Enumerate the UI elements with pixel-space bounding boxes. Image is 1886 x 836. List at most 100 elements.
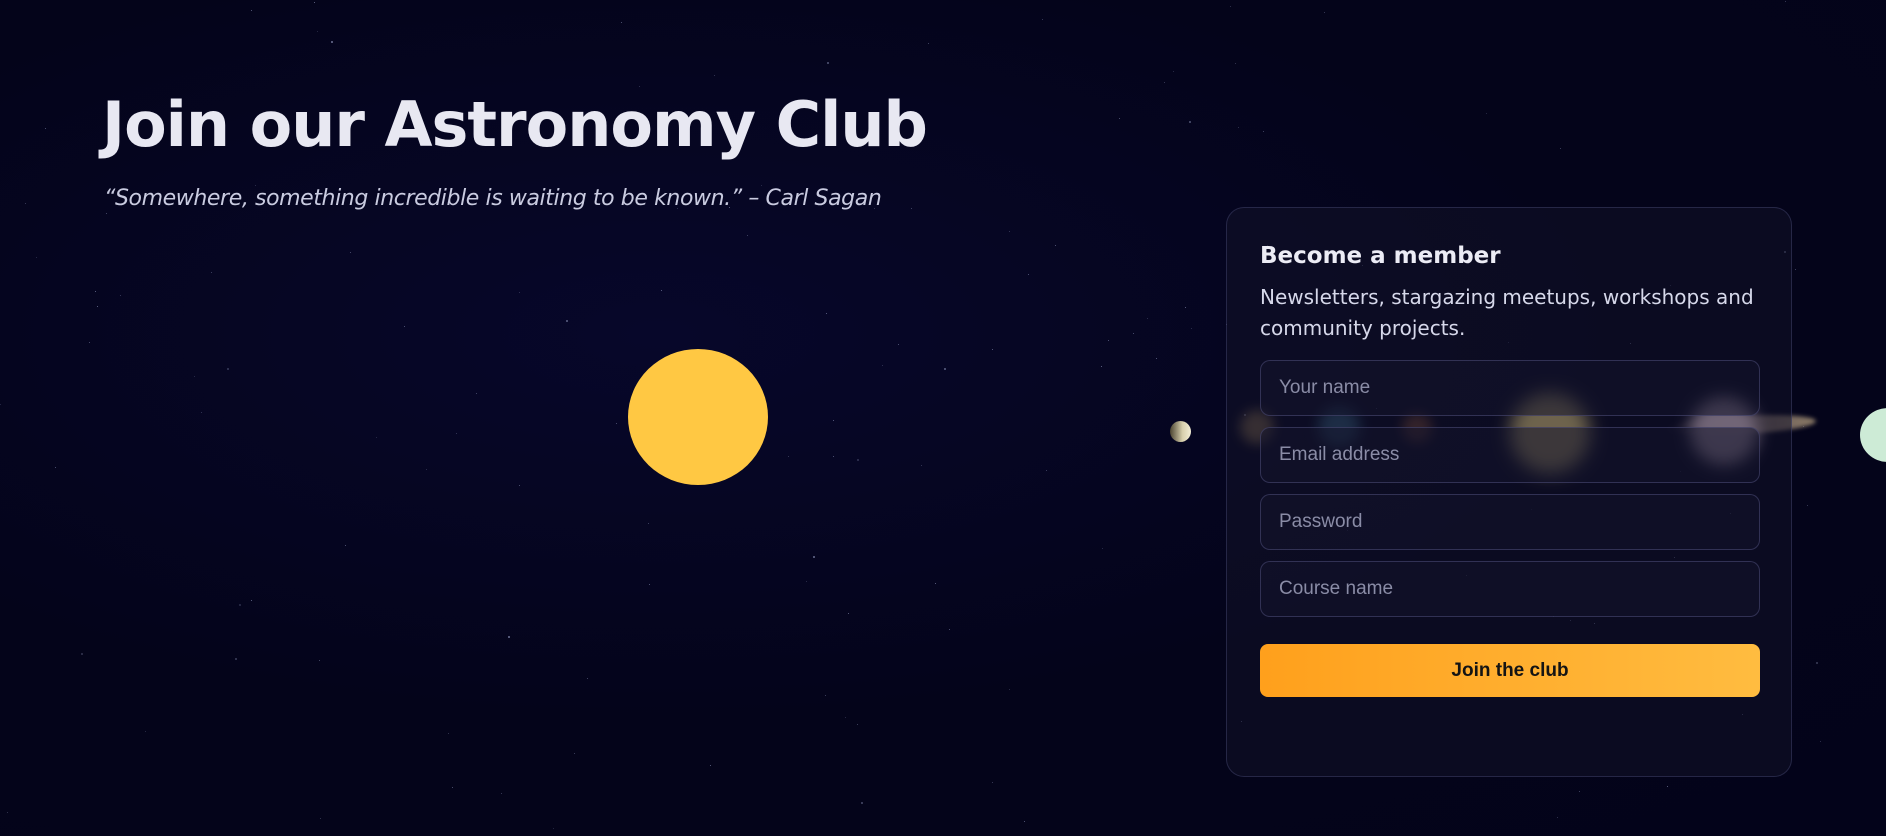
star xyxy=(7,812,8,813)
star xyxy=(404,326,405,327)
star xyxy=(89,342,90,343)
star xyxy=(1147,318,1148,319)
star xyxy=(1820,741,1821,742)
star xyxy=(710,765,711,766)
name-input[interactable] xyxy=(1260,360,1760,417)
star xyxy=(806,581,807,582)
star xyxy=(1235,63,1236,64)
star xyxy=(376,437,377,438)
star xyxy=(935,583,936,584)
star xyxy=(1101,366,1102,367)
signup-title: Become a member xyxy=(1260,243,1501,269)
star xyxy=(251,600,252,601)
star xyxy=(251,10,252,11)
star xyxy=(857,459,859,461)
star xyxy=(1024,821,1025,822)
star xyxy=(1189,121,1191,123)
star xyxy=(201,412,202,413)
star xyxy=(106,213,107,214)
star xyxy=(1156,358,1157,359)
star xyxy=(845,717,846,718)
star xyxy=(314,2,315,3)
star xyxy=(921,465,922,466)
star xyxy=(882,365,883,366)
star xyxy=(648,523,649,524)
star xyxy=(813,556,815,558)
star xyxy=(320,818,321,819)
star xyxy=(566,320,568,322)
star xyxy=(345,545,346,546)
star xyxy=(1009,231,1010,232)
star xyxy=(911,208,912,209)
signup-subtitle: Newsletters, stargazing meetups, worksho… xyxy=(1260,285,1754,341)
star xyxy=(1816,662,1818,664)
star xyxy=(1102,548,1103,549)
star xyxy=(553,828,554,829)
email-input[interactable] xyxy=(1260,427,1760,484)
star xyxy=(944,368,946,370)
star xyxy=(145,731,146,732)
star xyxy=(331,41,333,43)
signup-fields xyxy=(1260,360,1760,618)
star xyxy=(928,43,929,44)
star xyxy=(1108,340,1109,341)
star xyxy=(350,252,351,253)
star xyxy=(747,235,748,236)
star xyxy=(661,290,662,291)
star xyxy=(519,485,520,486)
star xyxy=(1238,127,1239,128)
star xyxy=(45,128,46,129)
star xyxy=(227,368,229,370)
star xyxy=(36,257,37,258)
join-club-button[interactable]: Join the club xyxy=(1260,644,1760,698)
star xyxy=(97,306,98,307)
star xyxy=(1579,791,1580,792)
star xyxy=(452,787,453,788)
star xyxy=(1785,1,1786,2)
star xyxy=(501,793,502,794)
star xyxy=(0,404,1,405)
password-input[interactable] xyxy=(1260,494,1760,551)
star xyxy=(456,433,457,434)
star xyxy=(1046,470,1047,471)
star xyxy=(714,75,715,76)
star xyxy=(639,86,640,87)
star xyxy=(833,420,834,421)
course-name-input[interactable] xyxy=(1260,561,1760,618)
star xyxy=(1042,19,1043,20)
star xyxy=(235,658,237,660)
star xyxy=(1133,333,1134,334)
star xyxy=(317,31,318,32)
star xyxy=(448,733,449,734)
star xyxy=(1667,786,1668,787)
signup-card: Become a member Newsletters, stargazing … xyxy=(1226,207,1792,777)
star xyxy=(508,636,510,638)
star xyxy=(519,292,520,293)
star xyxy=(826,313,827,314)
star xyxy=(1324,12,1325,13)
star xyxy=(1173,71,1174,72)
star xyxy=(1164,82,1165,83)
star xyxy=(992,782,993,783)
star xyxy=(861,802,863,804)
star xyxy=(1795,269,1796,270)
star xyxy=(992,349,993,350)
star xyxy=(649,584,650,585)
page-title: Join our Astronomy Club xyxy=(102,88,928,161)
sun xyxy=(628,349,768,485)
star xyxy=(587,678,588,679)
star xyxy=(81,653,83,655)
star xyxy=(857,724,858,725)
star xyxy=(95,291,96,292)
star xyxy=(194,376,195,377)
star xyxy=(621,22,622,23)
star xyxy=(1263,131,1264,132)
page: Join our Astronomy Club “Somewhere, some… xyxy=(0,0,1886,836)
star xyxy=(788,456,789,457)
hero-quote: “Somewhere, something incredible is wait… xyxy=(104,186,882,211)
star xyxy=(120,295,121,296)
star xyxy=(319,660,320,661)
star xyxy=(827,62,829,64)
star xyxy=(25,203,26,204)
planet-mercury xyxy=(1170,421,1191,442)
